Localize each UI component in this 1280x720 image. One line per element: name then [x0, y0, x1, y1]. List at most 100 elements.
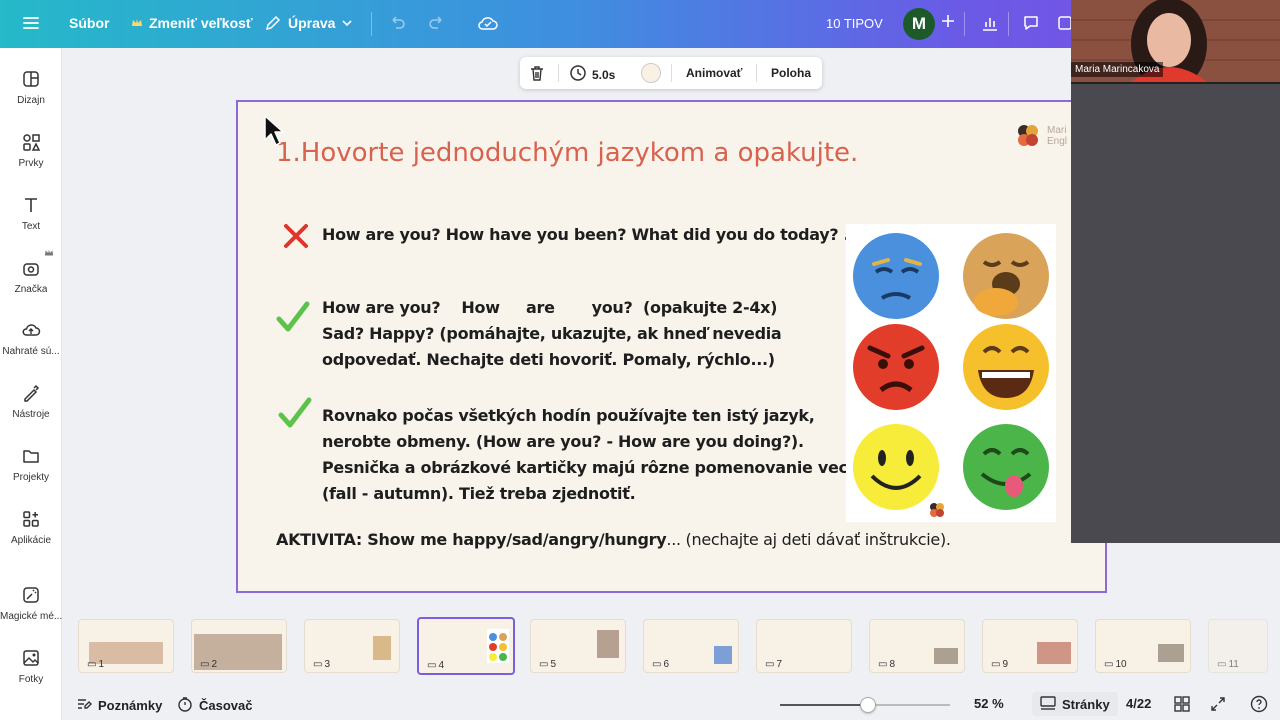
sidebar-item-uploads[interactable]: Nahraté sú... — [0, 319, 62, 357]
green-check-icon — [278, 396, 312, 435]
help-icon[interactable] — [1250, 695, 1268, 713]
point-2-text[interactable]: How are you? How are you? (opakujte 2-4x… — [322, 295, 782, 373]
chevron-down-icon — [341, 17, 353, 29]
bottom-bar: Poznámky Časovač 52 % Stránky 4/22 — [62, 688, 1280, 720]
thumbnail-number: ▭ 2 — [200, 659, 218, 670]
grid-view-icon[interactable] — [1174, 696, 1190, 712]
share-icon[interactable] — [1058, 13, 1072, 33]
position-button[interactable]: Poloha — [771, 66, 811, 80]
sidebar-item-magic-media[interactable]: Magické mé... — [0, 584, 62, 622]
page-thumbnail[interactable]: ▭ 6 — [643, 619, 739, 673]
element-toolbar: 5.0s Animovať Poloha — [520, 57, 822, 89]
sidebar-item-projects[interactable]: Projekty — [0, 445, 62, 483]
notes-icon — [76, 696, 92, 715]
sidebar-item-text[interactable]: Text — [0, 194, 62, 232]
zoom-level[interactable]: 52 % — [974, 696, 1004, 711]
sidebar-item-photos[interactable]: Fotky — [0, 647, 62, 685]
zoom-slider-fill — [780, 704, 868, 706]
zoom-slider-knob[interactable] — [860, 697, 876, 713]
card-logo — [930, 503, 944, 517]
point-3-text[interactable]: Rovnako počas všetkých hodín používajte … — [322, 403, 853, 507]
sidebar-item-design[interactable]: Dizajn — [0, 68, 62, 106]
avatar[interactable]: M — [903, 8, 935, 40]
comment-icon: ▭ — [427, 660, 437, 671]
hamburger-icon[interactable] — [22, 14, 40, 32]
point-3-line: (fall - autumn). Tiež treba zjednotiť. — [322, 484, 636, 503]
emotions-image[interactable] — [846, 224, 1056, 522]
design-title-label: 10 TIPOV — [826, 16, 883, 31]
fullscreen-icon[interactable] — [1210, 696, 1226, 712]
notes-label: Poznámky — [98, 698, 163, 713]
position-label: Poloha — [771, 66, 812, 80]
point-3-line: nerobte obmeny. (How are you? - How are … — [322, 432, 804, 451]
comment-icon: ▭ — [200, 659, 210, 670]
background-color-swatch[interactable] — [641, 63, 661, 83]
insights-chart-icon[interactable] — [980, 13, 1000, 33]
page-thumbnail-active[interactable]: ▭ 4 — [417, 617, 515, 675]
pages-button[interactable]: Stránky — [1032, 692, 1118, 716]
page-thumbnail[interactable]: ▭ 10 — [1095, 619, 1191, 673]
red-x-icon — [282, 222, 310, 255]
edit-menu[interactable]: Úprava — [264, 14, 353, 32]
undo-icon[interactable] — [388, 14, 406, 32]
slide-title[interactable]: 1.Hovorte jednoduchým jazykom a opakujte… — [276, 138, 858, 168]
page-thumbnail[interactable]: ▭ 11 — [1208, 619, 1268, 673]
maria-english-logo: Mari Engl — [1013, 122, 1067, 150]
thumbnail-number: ▭ 3 — [313, 659, 331, 670]
file-menu[interactable]: Súbor — [69, 15, 109, 31]
comment-icon: ▭ — [878, 659, 888, 670]
redo-icon[interactable] — [428, 14, 446, 32]
folder-icon — [20, 445, 42, 467]
trash-icon[interactable] — [528, 64, 546, 82]
zoom-label: 52 % — [974, 696, 1004, 711]
notes-button[interactable]: Poznámky — [76, 696, 162, 715]
page-thumbnail[interactable]: ▭ 9 — [982, 619, 1078, 673]
page-thumbnail[interactable]: ▭ 2 — [191, 619, 287, 673]
point-2-line: How are you? How are you? (opakujte 2-4x… — [322, 298, 778, 317]
point-1-text[interactable]: How are you? How have you been? What did… — [322, 222, 850, 248]
sidebar-item-label: Projekty — [12, 472, 50, 483]
comment-icon[interactable] — [1021, 13, 1041, 33]
sidebar-item-label: Nástroje — [12, 409, 50, 420]
sidebar-item-label: Nahraté sú... — [2, 346, 60, 357]
comment-icon: ▭ — [991, 659, 1001, 670]
activity-text[interactable]: AKTIVITA: Show me happy/sad/angry/hungry… — [276, 530, 951, 549]
page-thumbnail[interactable]: ▭ 3 — [304, 619, 400, 673]
comment-icon: ▭ — [652, 659, 662, 670]
thumbnail-number: ▭ 9 — [991, 659, 1009, 670]
yawning-face-emoji — [963, 233, 1049, 319]
resize-button[interactable]: Zmeniť veľkosť — [131, 15, 253, 31]
sidebar-item-apps[interactable]: Aplikácie — [0, 508, 62, 546]
add-collaborator-icon[interactable] — [940, 13, 956, 29]
thumbnail-number: ▭ 5 — [539, 659, 557, 670]
page-thumbnail[interactable]: ▭ 5 — [530, 619, 626, 673]
page-thumbnail[interactable]: ▭ 1 — [78, 619, 174, 673]
activity-bold: AKTIVITA: Show me happy/sad/angry/hungry — [276, 530, 667, 549]
duration-button[interactable]: 5.0s — [569, 64, 615, 85]
text-icon — [20, 194, 42, 216]
sidebar-item-tools[interactable]: Nástroje — [0, 382, 62, 420]
duration-label: 5.0s — [592, 67, 616, 82]
sidebar-item-label: Text — [21, 221, 41, 232]
page-thumbnail[interactable]: ▭ 8 — [869, 619, 965, 673]
thumbnail-number: ▭ 1 — [87, 659, 105, 670]
timer-button[interactable]: Časovač — [177, 696, 252, 715]
smiley-face-emoji — [853, 424, 939, 510]
crown-icon — [44, 245, 54, 263]
zoom-slider[interactable] — [780, 697, 950, 713]
page-counter[interactable]: 4/22 — [1126, 696, 1151, 711]
cloud-sync-icon[interactable] — [477, 13, 499, 33]
point-2-line: Sad? Happy? (pomáhajte, ukazujte, ak hne… — [322, 324, 782, 343]
animate-button[interactable]: Animovať — [686, 66, 742, 80]
thumbnail-number: ▭ 10 — [1104, 659, 1127, 670]
page-thumbnail[interactable]: ▭ 7 — [756, 619, 852, 673]
sidebar-item-label: Magické mé... — [0, 611, 62, 622]
slide-canvas[interactable]: 1.Hovorte jednoduchým jazykom a opakujte… — [236, 100, 1107, 593]
participant-video[interactable]: Maria Marincakova — [1071, 0, 1280, 543]
comment-icon: ▭ — [313, 659, 323, 670]
page-count-label: 4/22 — [1126, 696, 1152, 711]
sidebar-item-elements[interactable]: Prvky — [0, 131, 62, 169]
yummy-face-emoji — [963, 424, 1049, 510]
participant-name: Maria Marincakova — [1071, 62, 1164, 77]
design-title[interactable]: 10 TIPOV — [826, 16, 883, 31]
